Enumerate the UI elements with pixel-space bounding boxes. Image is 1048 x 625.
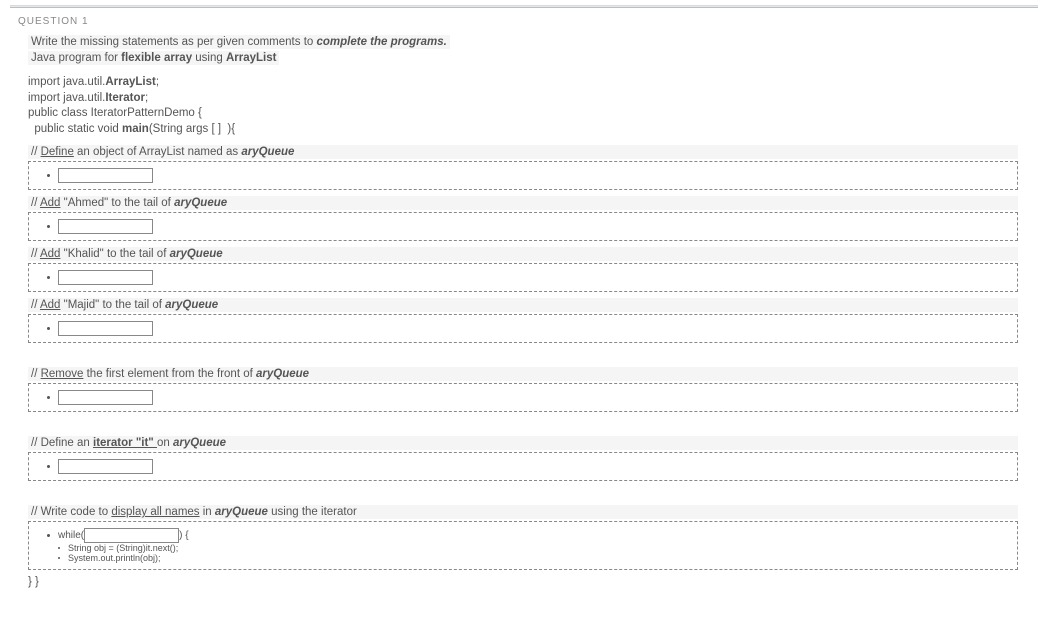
comment-underline: display all names [111,506,199,518]
answer-input-6[interactable] [58,459,153,474]
answer-input-1[interactable] [58,168,153,183]
answer-box-5 [28,383,1018,412]
code-text: public static void [28,123,122,135]
code-bold: ArrayList [105,76,156,88]
comment-add-khalid: // Add "Khalid" to the tail of aryQueue [28,247,1018,261]
answer-box-2 [28,212,1018,241]
code-bold: Iterator [105,92,145,104]
question-content: Write the missing statements as per give… [10,35,1038,588]
comment-underline: Remove [41,368,84,380]
code-bold: main [122,123,149,135]
code-text: ; [145,92,148,104]
bullet-icon [47,327,50,330]
comment-underline: Add [40,299,60,311]
comment-prefix: // [31,299,40,311]
while-prefix: while( [58,530,84,541]
comment-underline: Add [40,248,60,260]
answer-box-6 [28,452,1018,481]
answer-input-7[interactable] [84,528,179,543]
bullet-icon [47,465,50,468]
comment-emphasis: aryQueue [256,368,309,380]
bullet-icon [47,276,50,279]
comment-text: an object of ArrayList named as [74,146,241,158]
comment-text: // Define an [31,437,93,449]
answer-box-3 [28,263,1018,292]
prompt-bold: ArrayList [226,52,277,64]
comment-emphasis: aryQueue [241,146,294,158]
comment-text: the first element from the front of [83,368,256,380]
comment-prefix: // [31,368,41,380]
answer-input-5[interactable] [58,390,153,405]
prompt-line-2: Java program for flexible array using Ar… [28,51,1018,75]
bullet-icon [47,225,50,228]
answer-input-4[interactable] [58,321,153,336]
while-suffix: ) { [179,530,188,541]
bullet-icon [47,534,50,537]
comment-display-all: // Write code to display all names in ar… [28,505,1018,519]
comment-emphasis: aryQueue [174,197,227,209]
comment-text: "Ahmed" to the tail of [60,197,174,209]
comment-text: "Majid" to the tail of [60,299,165,311]
comment-underline: Define [41,146,74,158]
code-text: import java.util. [28,92,105,104]
answer-input-2[interactable] [58,219,153,234]
answer-box-4 [28,314,1018,343]
code-text: (String args [ ] ){ [149,123,235,135]
comment-emphasis: aryQueue [173,437,226,449]
comment-text: // Write code to [31,506,111,518]
prompt-emphasis: complete the programs. [316,36,446,48]
comment-bold-underline: iterator "it" [93,437,157,449]
closing-braces: } } [28,576,1018,588]
code-text: public class IteratorPatternDemo { [28,106,1018,122]
prompt-text: using [192,52,226,64]
comment-emphasis: aryQueue [215,506,268,518]
comment-text: in [200,506,215,518]
comment-add-majid: // Add "Majid" to the tail of aryQueue [28,298,1018,312]
bullet-icon [47,396,50,399]
code-line: String obj = (String)it.next(); [68,543,178,553]
bullet-icon [47,174,50,177]
prompt-line-1: Write the missing statements as per give… [28,35,1018,51]
bullet-icon [58,557,60,559]
code-text: ; [156,76,159,88]
comment-emphasis: aryQueue [170,248,223,260]
comment-text: on [157,437,173,449]
comment-emphasis: aryQueue [165,299,218,311]
prompt-text: Write the missing statements as per give… [31,36,316,48]
comment-text: using the iterator [268,506,357,518]
question-number: QUESTION 1 [10,16,1038,27]
comment-define-iterator: // Define an iterator "it" on aryQueue [28,436,1018,450]
prompt-bold: flexible array [121,52,192,64]
answer-input-3[interactable] [58,270,153,285]
comment-underline: Add [40,197,60,209]
code-preamble: import java.util.ArrayList; import java.… [28,75,1018,137]
prompt-text: Java program for [31,52,121,64]
code-text: import java.util. [28,76,105,88]
comment-text: "Khalid" to the tail of [60,248,169,260]
answer-box-1 [28,161,1018,190]
bullet-icon [58,547,60,549]
comment-define-arraylist: // Define an object of ArrayList named a… [28,145,1018,159]
comment-remove-first: // Remove the first element from the fro… [28,367,1018,381]
answer-box-7: while( ) { String obj = (String)it.next(… [28,521,1018,570]
comment-prefix: // [31,146,41,158]
comment-prefix: // [31,248,40,260]
comment-add-ahmed: // Add "Ahmed" to the tail of aryQueue [28,196,1018,210]
code-line: System.out.println(obj); [68,553,161,563]
comment-prefix: // [31,197,40,209]
top-border [10,5,1038,8]
